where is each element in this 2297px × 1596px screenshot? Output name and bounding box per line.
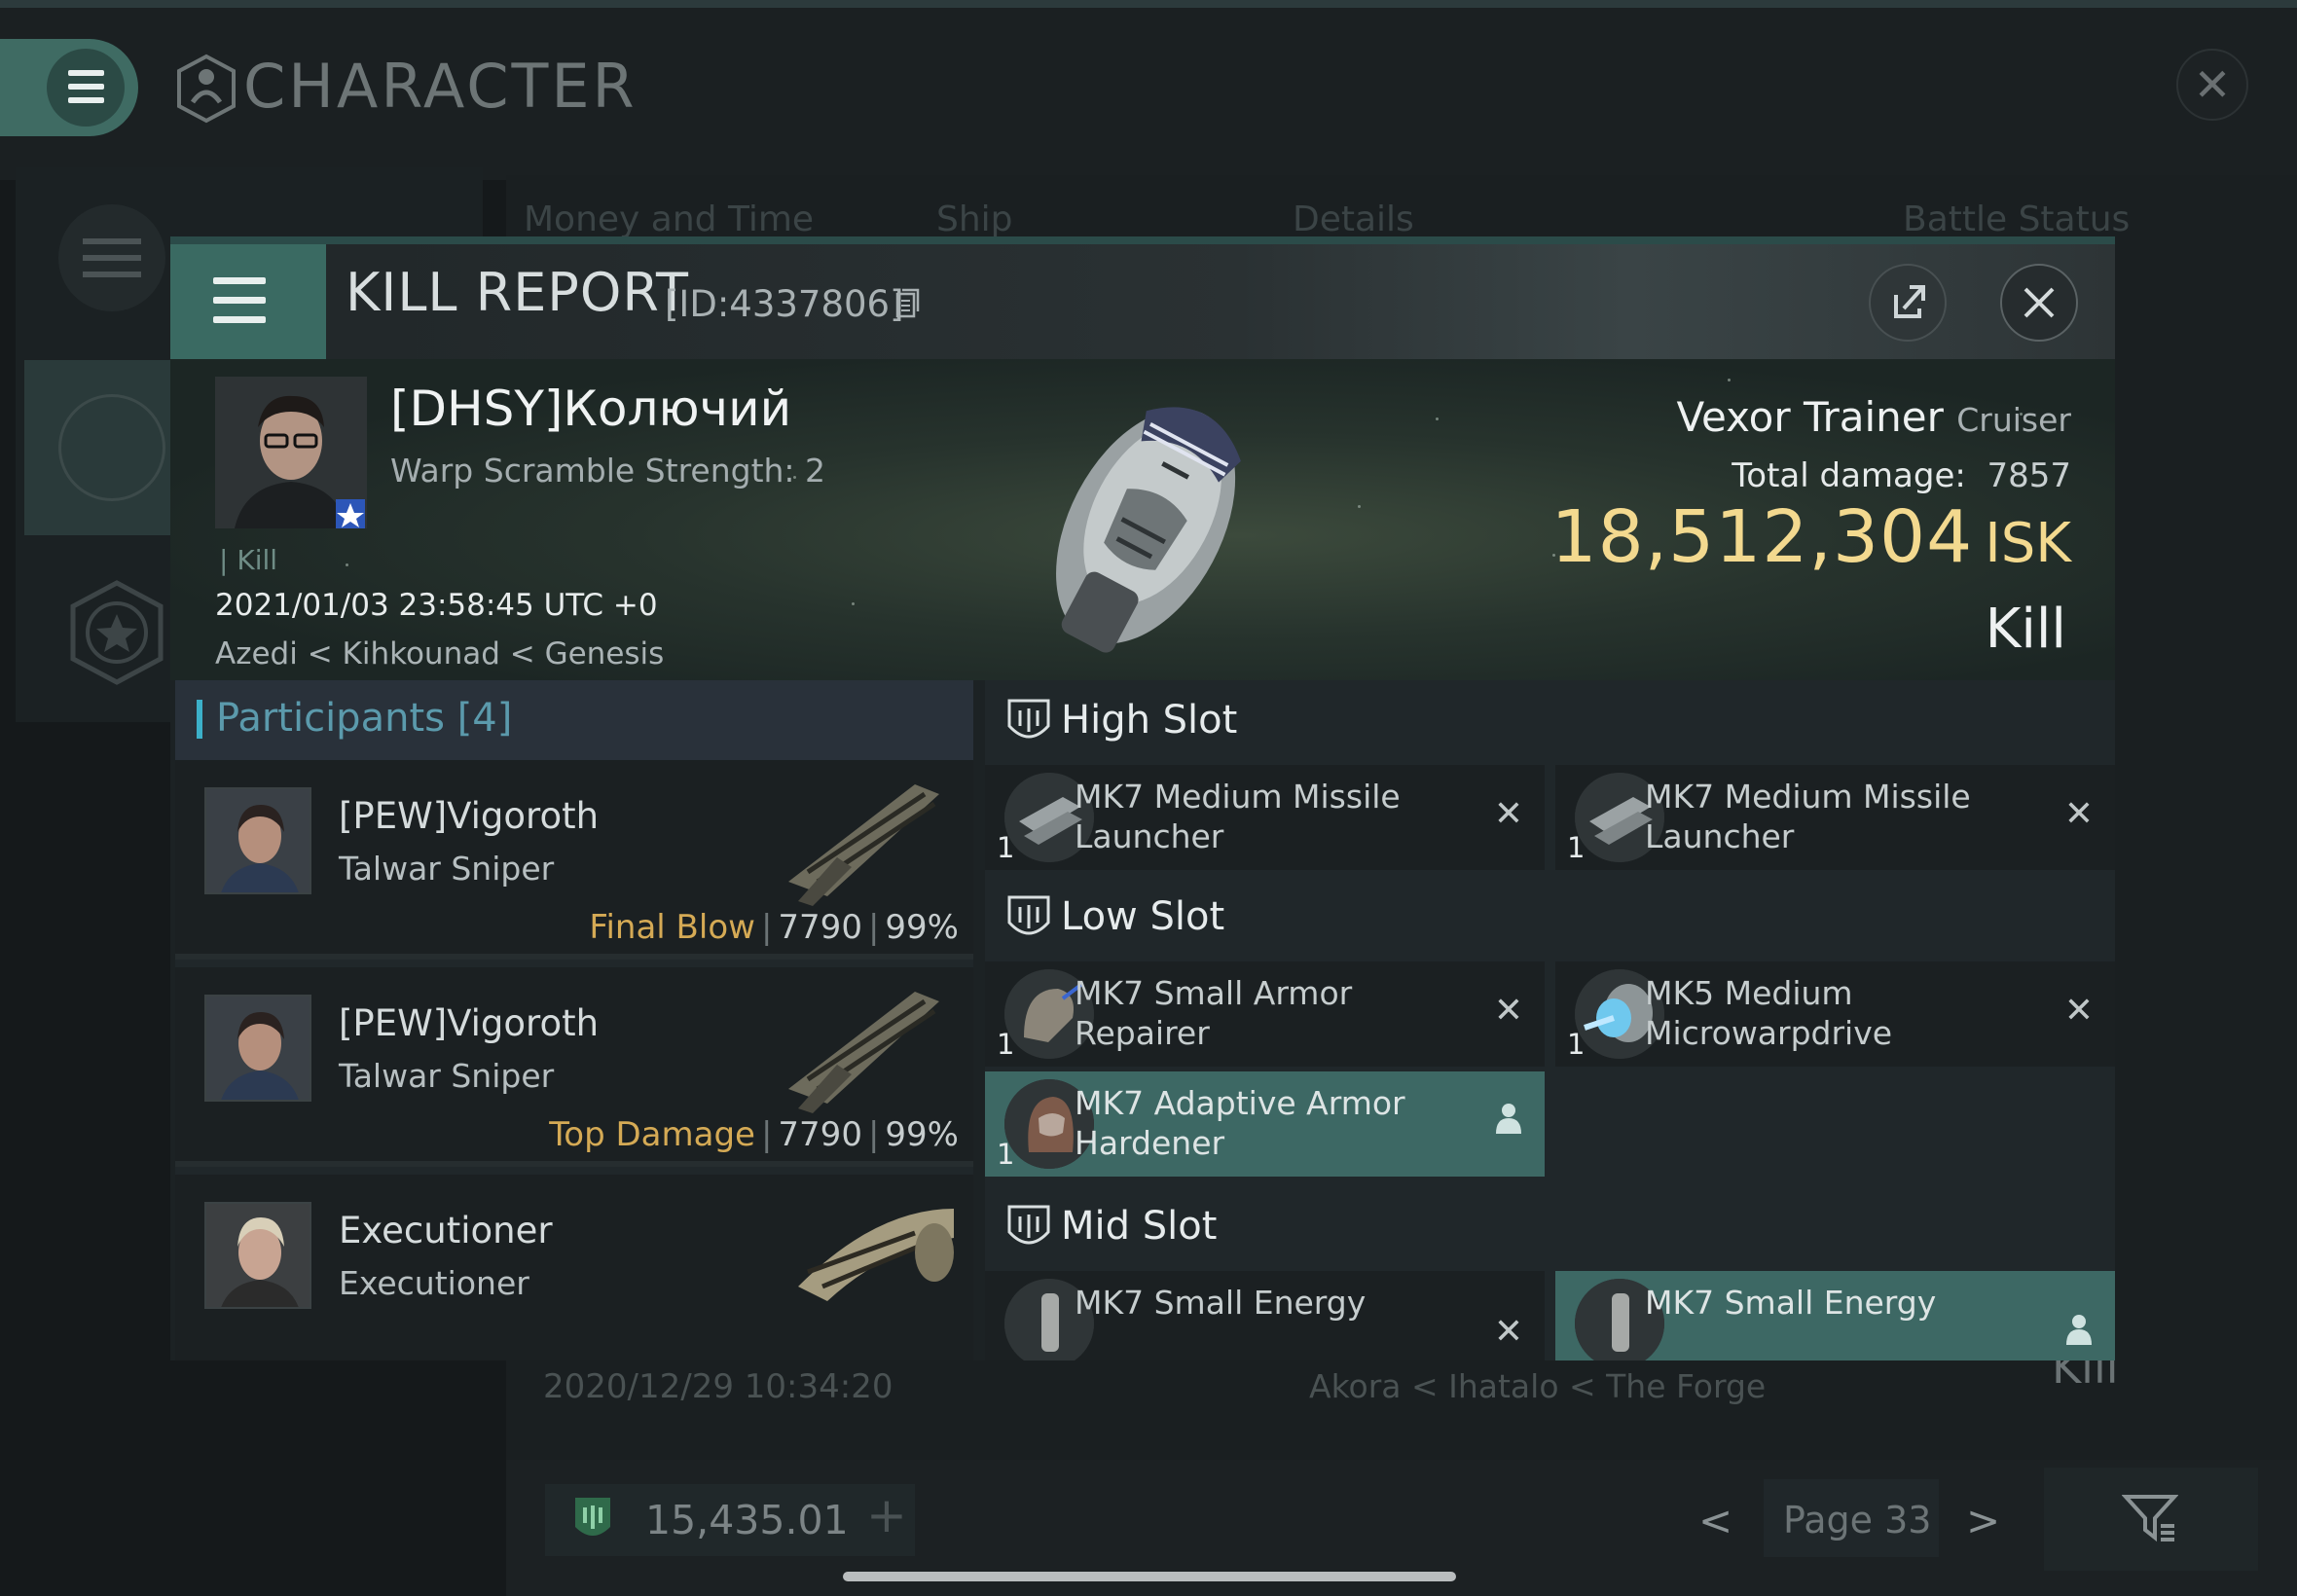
victim-banner: [DHSY]Колючий Warp Scramble Strength: 2 … [170,359,2115,680]
bg-tab-details: Details [1293,200,1414,239]
slot-shield-icon [1007,1205,1050,1245]
module-item[interactable]: 1 MK7 Small Armor Repairer ✕ [985,961,1545,1067]
nav-medal-button[interactable] [63,579,170,686]
menu-icon [47,49,125,127]
victim-name: [DHSY]Колючий [390,381,792,437]
person-icon [1494,1101,1523,1143]
fitting-panel: High Slot 1 MK7 Medium Missile Launcher … [985,680,2115,1360]
destroyed-icon: ✕ [1493,1312,1523,1352]
kill-time: 2021/01/03 23:58:45 UTC +0 [215,588,658,623]
character-icon [177,54,236,124]
victim-portrait[interactable] [215,377,367,528]
participant-ship: Executioner [339,1264,529,1302]
nav-killmail-button[interactable] [24,360,180,535]
warp-scramble: Warp Scramble Strength: 2 [390,452,826,490]
top-edge [0,0,2297,8]
participant-portrait [204,1202,311,1309]
participant-portrait [204,995,311,1102]
filter-icon [2122,1495,2178,1542]
report-id: [ID:4337806] [665,283,904,325]
nav-list-button[interactable] [58,204,165,311]
module-item[interactable]: 1 MK7 Medium Missile Launcher ✕ [1555,765,2115,870]
kill-location: Azedi < Kihkounad < Genesis [215,636,665,671]
page-title: CHARACTER [243,51,638,122]
module-item[interactable]: 1 MK7 Adaptive Armor Hardener [985,1071,1545,1177]
destroyed-icon: ✕ [1493,794,1523,834]
close-icon [2024,287,2055,318]
home-indicator [843,1572,1456,1581]
ship-name: Vexor Trainer Cruiser [1676,393,2071,441]
add-isk-button[interactable]: + [866,1491,907,1540]
kill-result: Kill [1985,598,2066,661]
bg-tab-money: Money and Time [524,200,815,239]
bg-tab-ship: Ship [936,200,1013,239]
participant-name: [PEW]Vigoroth [339,795,600,837]
copy-icon[interactable] [895,288,921,319]
ship-thumbnail [788,992,939,1113]
participant-ship: Talwar Sniper [339,1057,555,1095]
participant-row[interactable]: [PEW]Vigoroth Talwar Sniper Top Damage | 7… [175,967,973,1167]
report-title: KILL REPORT [346,262,689,323]
destroyed-icon: ✕ [2063,991,2094,1031]
bg-row-date: 2020/12/29 10:34:20 [543,1367,893,1406]
bg-row-location: Akora < Ihatalo < The Forge [1309,1367,1767,1405]
destroyed-icon: ✕ [2063,794,2094,834]
share-button[interactable] [1869,264,1947,342]
ship-class: Cruiser [1956,401,2071,439]
participant-stats: Top Damage | 7790 | 99% [549,1115,959,1154]
prev-page-button[interactable]: < [1698,1497,1732,1544]
participants-title: Participants [4] [216,696,513,741]
person-icon [2064,1312,2094,1354]
kill-tag: | Kill [219,544,278,576]
high-slot-header: High Slot [985,680,2115,760]
report-menu-button[interactable] [209,273,268,328]
module-item[interactable]: 1 MK7 Medium Missile Launcher ✕ [985,765,1545,870]
ship-thumbnail [798,1209,954,1301]
main-menu-button[interactable] [0,39,138,136]
kill-report-panel: KILL REPORT [ID:4337806] [DHSY]Колючий W… [170,236,2115,1360]
next-page-button[interactable]: > [1966,1497,2000,1544]
participant-name: [PEW]Vigoroth [339,1002,600,1044]
close-button[interactable] [2000,264,2078,342]
mid-slot-header: Mid Slot [985,1186,2115,1266]
close-character-button[interactable]: ✕ [2176,49,2248,121]
share-icon [1894,285,1925,318]
low-slot-header: Low Slot [985,877,2115,957]
participant-portrait [204,787,311,894]
isk-value: 18,512,304 ISK [1550,495,2072,579]
ship-thumbnail [788,784,939,906]
bg-tab-battle: Battle Status [1903,200,2131,239]
participant-row[interactable]: Executioner Executioner [175,1175,973,1360]
destroyed-icon: ✕ [1493,991,1523,1031]
total-damage: Total damage: 7857 [1732,456,2071,495]
participant-ship: Talwar Sniper [339,850,555,888]
isk-balance: 15,435.01 [645,1497,849,1543]
ship-image [1056,407,1241,653]
module-item[interactable]: 1 MK5 Medium Microwarpdrive ✕ [1555,961,2115,1067]
crossed-swords-icon [58,394,165,501]
slot-shield-icon [1007,895,1050,935]
isk-icon [575,1498,610,1536]
page-label: Page 33 [1783,1499,1932,1542]
module-item[interactable]: MK7 Small Energy ✕ [985,1271,1545,1360]
participant-name: Executioner [339,1210,553,1251]
participant-row[interactable]: [PEW]Vigoroth Talwar Sniper Final Blow | 7… [175,760,973,960]
participant-stats: Final Blow | 7790 | 99% [589,908,959,947]
module-item[interactable]: MK7 Small Energy [1555,1271,2115,1360]
slot-shield-icon [1007,699,1050,739]
participants-panel: Participants [4] [PEW]Vigoroth Talwar Sn… [175,680,973,1360]
